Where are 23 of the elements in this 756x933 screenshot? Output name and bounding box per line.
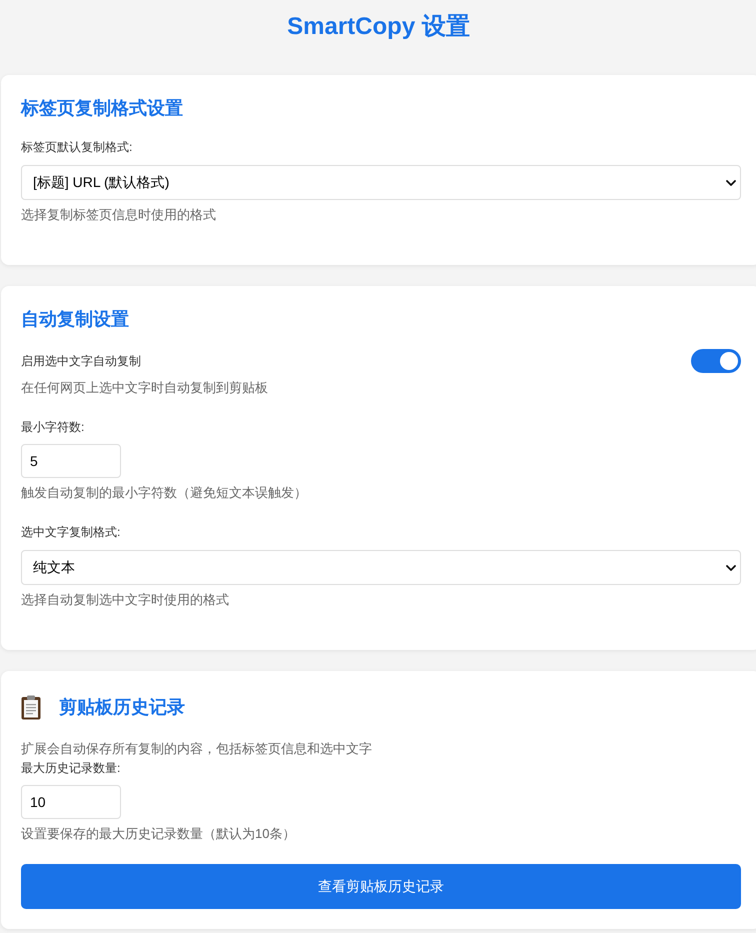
hint-text: 选择自动复制选中文字时使用的格式 xyxy=(21,591,229,609)
section-heading: 自动复制设置 xyxy=(21,308,129,331)
chevron-down-icon xyxy=(726,180,736,186)
hint-text: 设置要保存的最大历史记录数量（默认为10条） xyxy=(21,825,296,843)
toggle-switch[interactable] xyxy=(691,349,741,373)
format-dropdown[interactable]: 纯文本 xyxy=(21,550,741,585)
format-dropdown[interactable]: [标题] URL (默认格式) xyxy=(21,165,741,200)
field-label: 标签页默认复制格式: xyxy=(21,139,132,156)
hint-text: 选择复制标签页信息时使用的格式 xyxy=(21,206,216,224)
number-input-field[interactable]: 5 xyxy=(21,444,121,478)
hint-text: 触发自动复制的最小字符数（避免短文本误触发） xyxy=(21,484,307,502)
chevron-down-icon xyxy=(726,564,736,570)
view-history-button[interactable]: 查看剪贴板历史记录 xyxy=(21,864,741,909)
field-label: 选中文字复制格式: xyxy=(21,524,120,541)
section-heading: 标签页复制格式设置 xyxy=(21,97,183,120)
page-title: SmartCopy 设置 xyxy=(287,12,470,42)
field-label: 最大历史记录数量: xyxy=(21,760,120,777)
number-input-field[interactable]: 10 xyxy=(21,785,121,819)
section-heading: 剪贴板历史记录 xyxy=(59,696,185,718)
section-description: 扩展会自动保存所有复制的内容，包括标签页信息和选中文字 xyxy=(21,740,372,758)
hint-text: 在任何网页上选中文字时自动复制到剪贴板 xyxy=(21,379,268,397)
toggle-label: 启用选中文字自动复制 xyxy=(21,353,141,370)
field-label: 最小字符数: xyxy=(21,419,84,436)
